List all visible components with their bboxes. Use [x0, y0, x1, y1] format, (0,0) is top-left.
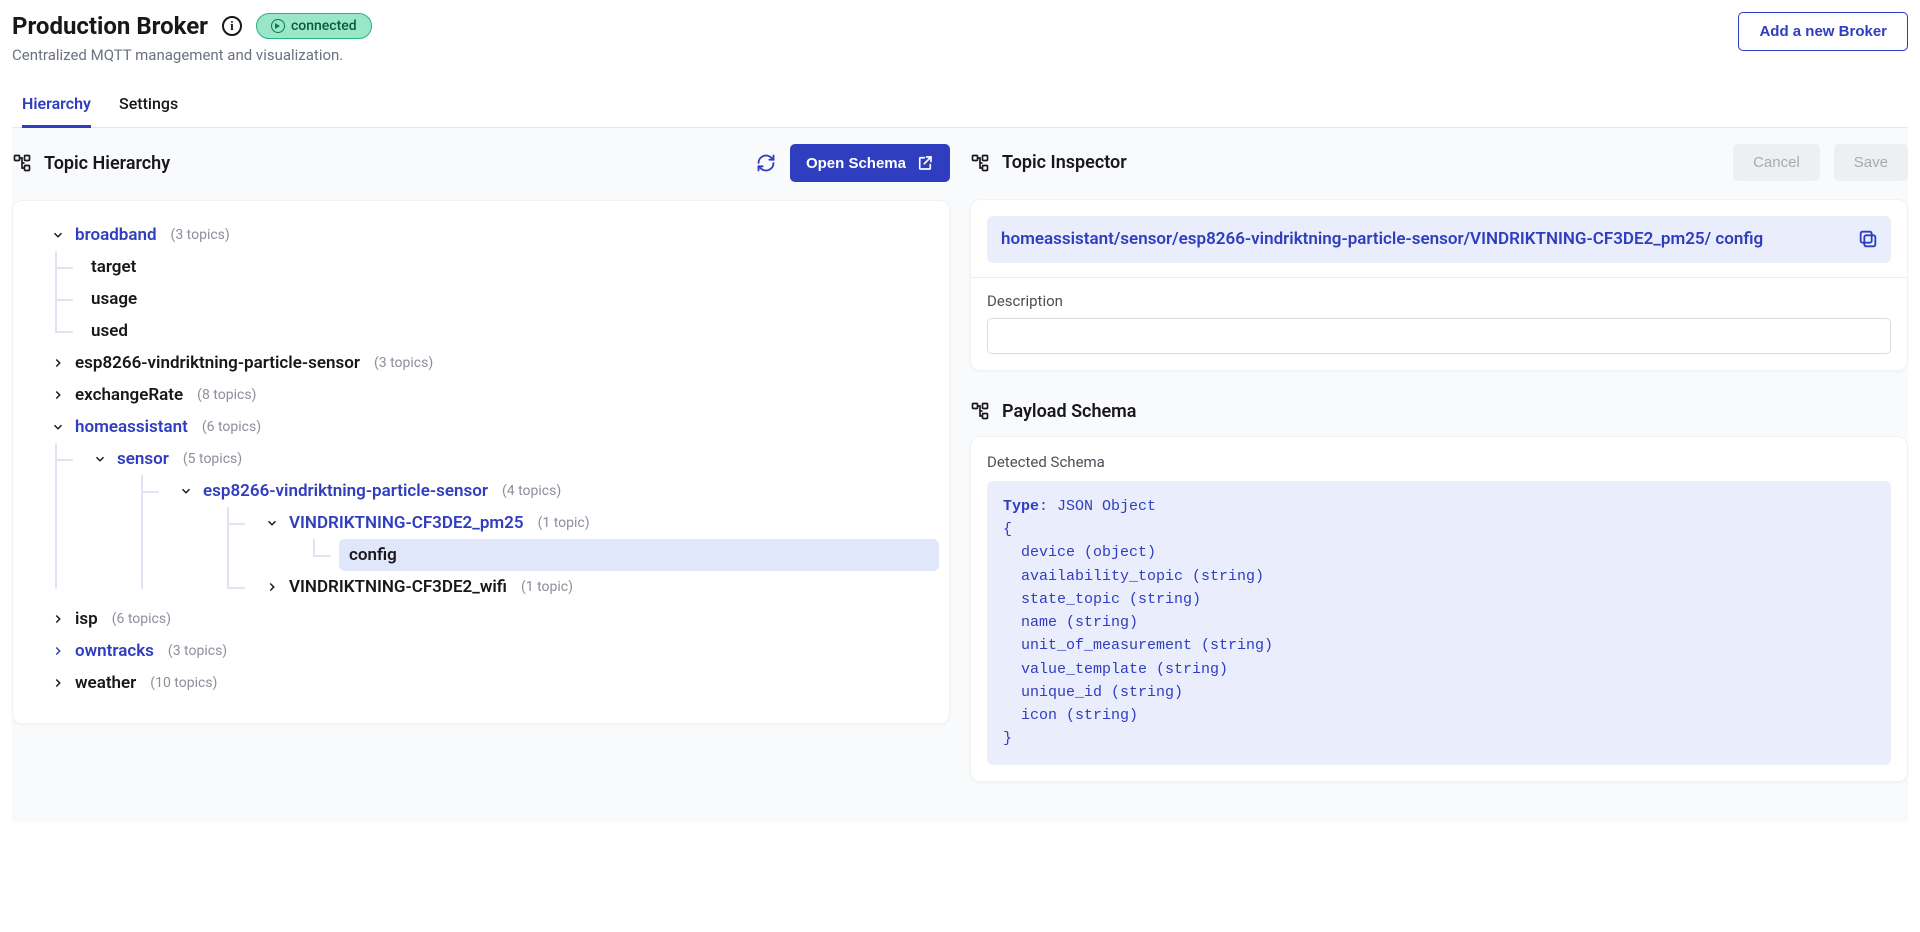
- tree-node-esp8266[interactable]: esp8266-vindriktning-particle-sensor (3 …: [23, 347, 939, 379]
- chevron-right-icon: [49, 674, 67, 692]
- info-icon[interactable]: i: [222, 16, 242, 36]
- schema-card: Detected Schema Type: JSON Object { devi…: [970, 436, 1908, 782]
- chevron-right-icon: [263, 578, 281, 596]
- topic-inspector-title: Topic Inspector: [1002, 152, 1127, 173]
- description-label: Description: [987, 292, 1891, 310]
- chevron-down-icon: [263, 514, 281, 532]
- page-header: Production Broker i connected Centralize…: [12, 0, 1908, 64]
- page-title: Production Broker: [12, 12, 208, 40]
- tree-icon: [970, 401, 990, 421]
- chevron-right-icon: [49, 354, 67, 372]
- chevron-down-icon: [177, 482, 195, 500]
- chevron-down-icon: [49, 418, 67, 436]
- tree-node-pm25[interactable]: VINDRIKTNING-CF3DE2_pm25 (1 topic): [253, 507, 939, 539]
- tab-hierarchy[interactable]: Hierarchy: [22, 84, 91, 128]
- topic-hierarchy-title: Topic Hierarchy: [44, 153, 170, 174]
- status-text: connected: [291, 18, 357, 34]
- topic-path: homeassistant/sensor/esp8266-vindriktnin…: [987, 216, 1891, 263]
- chevron-right-icon: [49, 610, 67, 628]
- status-badge: connected: [256, 13, 372, 39]
- copy-icon[interactable]: [1857, 228, 1879, 250]
- payload-schema-title: Payload Schema: [1002, 401, 1136, 422]
- refresh-icon[interactable]: [756, 153, 776, 173]
- detected-schema-label: Detected Schema: [987, 453, 1891, 471]
- tree-leaf-used[interactable]: used: [81, 315, 939, 347]
- save-button[interactable]: Save: [1834, 144, 1908, 181]
- cancel-button[interactable]: Cancel: [1733, 144, 1820, 181]
- tree-node-exchangerate[interactable]: exchangeRate (8 topics): [23, 379, 939, 411]
- play-circle-icon: [271, 19, 285, 33]
- description-input[interactable]: [987, 318, 1891, 354]
- chevron-right-icon: [49, 386, 67, 404]
- add-broker-button[interactable]: Add a new Broker: [1738, 12, 1908, 51]
- tree-icon: [12, 153, 32, 173]
- tree-leaf-target[interactable]: target: [81, 251, 939, 283]
- topic-tree-card: broadband (3 topics) target usage used: [12, 200, 950, 724]
- tree-node-sensor[interactable]: sensor (5 topics): [81, 443, 939, 475]
- page-subtitle: Centralized MQTT management and visualiz…: [12, 46, 372, 64]
- tree-leaf-usage[interactable]: usage: [81, 283, 939, 315]
- schema-code: Type: JSON Object { device (object) avai…: [987, 481, 1891, 765]
- tab-settings[interactable]: Settings: [119, 84, 178, 127]
- open-schema-label: Open Schema: [806, 155, 906, 172]
- tree-node-homeassistant[interactable]: homeassistant (6 topics): [23, 411, 939, 443]
- tree-icon: [970, 153, 990, 173]
- chevron-right-icon: [49, 642, 67, 660]
- tree-node-broadband[interactable]: broadband (3 topics): [23, 219, 939, 251]
- inspector-card: homeassistant/sensor/esp8266-vindriktnin…: [970, 199, 1908, 371]
- tree-leaf-config[interactable]: config: [339, 539, 939, 571]
- chevron-down-icon: [91, 450, 109, 468]
- chevron-down-icon: [49, 226, 67, 244]
- tree-node-wifi[interactable]: VINDRIKTNING-CF3DE2_wifi (1 topic): [253, 571, 939, 603]
- tree-node-ha-esp8266[interactable]: esp8266-vindriktning-particle-sensor (4 …: [167, 475, 939, 507]
- tree-node-owntracks[interactable]: owntracks (3 topics): [23, 635, 939, 667]
- external-link-icon: [916, 154, 934, 172]
- open-schema-button[interactable]: Open Schema: [790, 144, 950, 182]
- tree-node-isp[interactable]: isp (6 topics): [23, 603, 939, 635]
- tree-node-weather[interactable]: weather (10 topics): [23, 667, 939, 699]
- tabs: Hierarchy Settings: [12, 84, 1908, 128]
